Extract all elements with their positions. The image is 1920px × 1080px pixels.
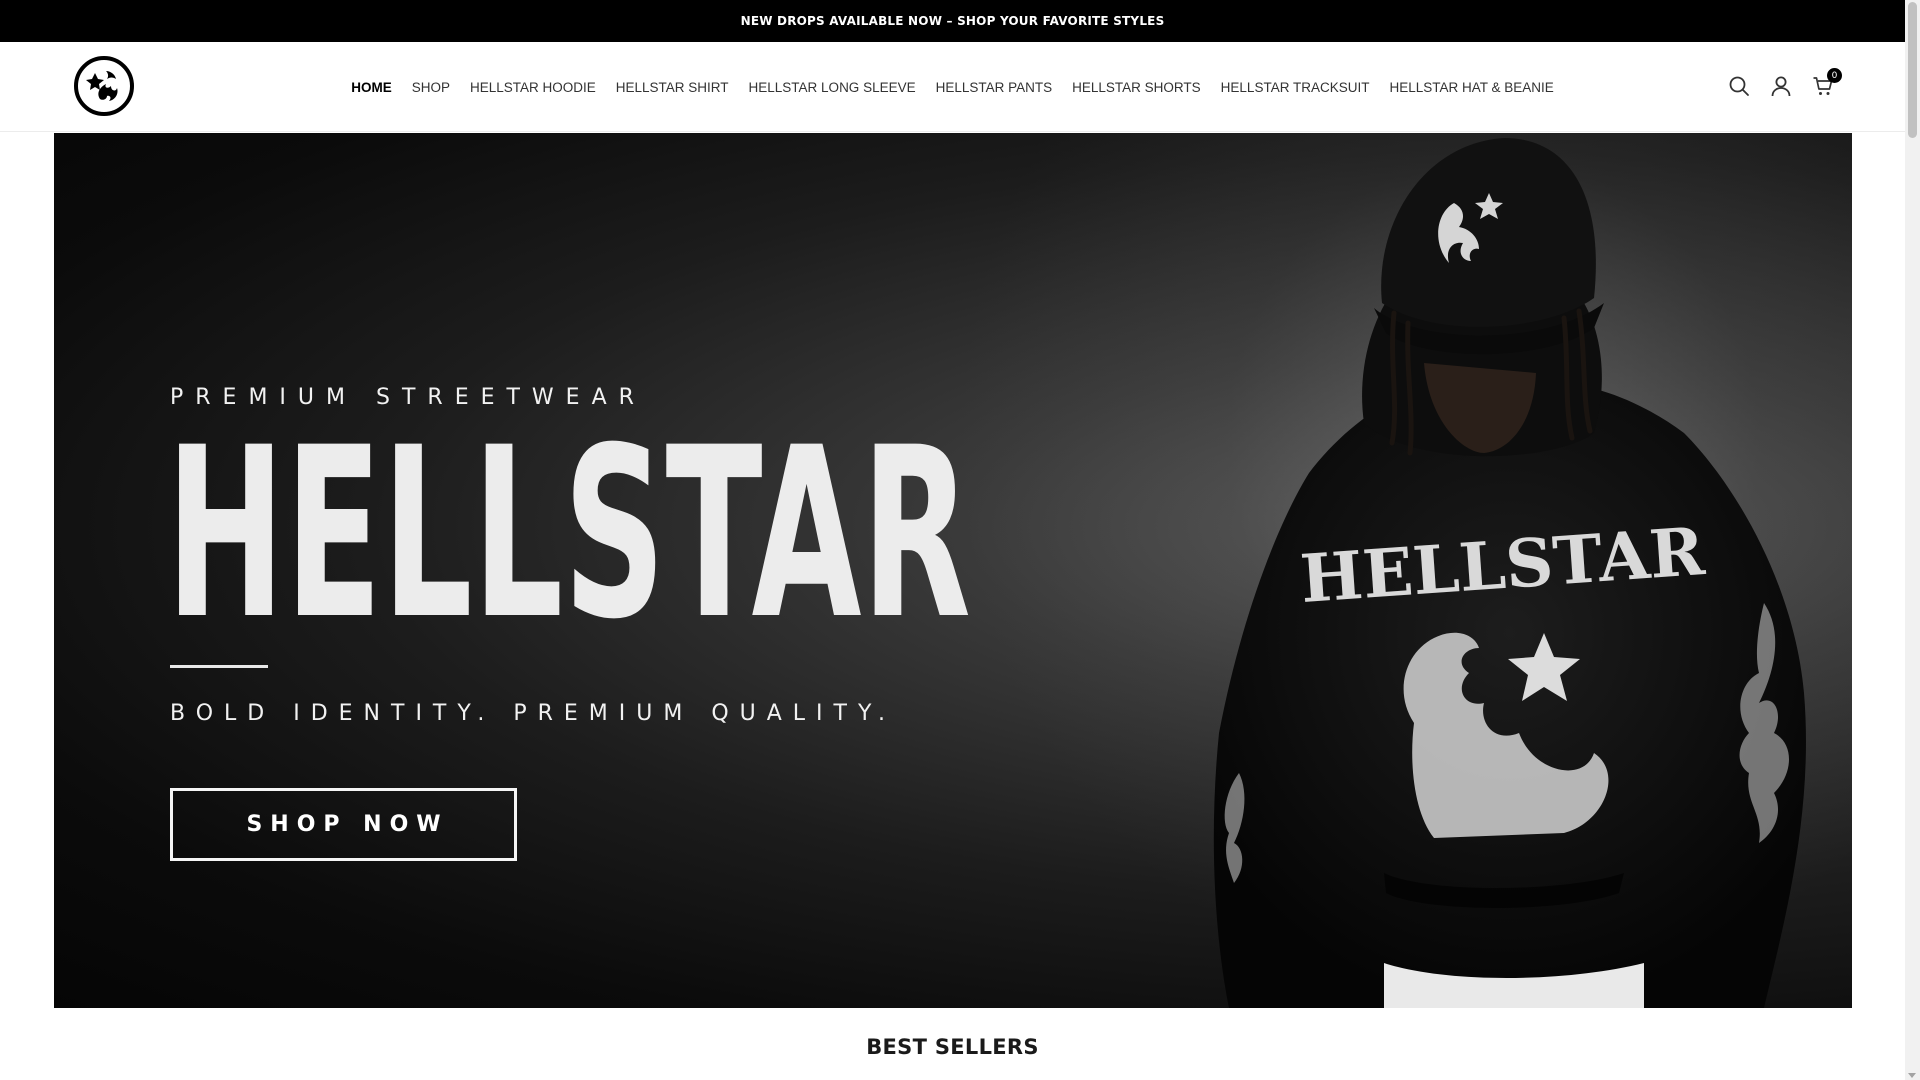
cart-icon[interactable]: 0 (1811, 68, 1842, 98)
search-icon[interactable] (1727, 74, 1751, 98)
nav-hellstar-long-sleeve[interactable]: HELLSTAR LONG SLEEVE (749, 80, 916, 95)
nav-hellstar-shirt[interactable]: HELLSTAR SHIRT (616, 80, 729, 95)
account-icon[interactable] (1769, 74, 1793, 98)
nav-hellstar-shorts[interactable]: HELLSTAR SHORTS (1072, 80, 1201, 95)
scroll-down-arrow-icon[interactable] (1908, 1073, 1916, 1078)
nav-shop[interactable]: SHOP (412, 80, 450, 95)
hero-model-image: HELLSTAR (1213, 138, 1806, 1008)
hero-divider (170, 665, 268, 668)
hero-tagline-top: PREMIUM STREETWEAR (170, 385, 646, 410)
hero-banner: HELLSTAR PREMIUM STREETWEAR HELLSTAR BOL… (54, 133, 1852, 1008)
nav-home[interactable]: HOME (351, 80, 392, 95)
announcement-text: NEW DROPS AVAILABLE NOW – SHOP YOUR FAVO… (740, 14, 1165, 28)
page-scrollbar[interactable] (1905, 0, 1920, 1080)
site-header: HOME SHOP HELLSTAR HOODIE HELLSTAR SHIRT… (0, 42, 1905, 132)
nav-hellstar-hoodie[interactable]: HELLSTAR HOODIE (470, 80, 596, 95)
scrollbar-thumb[interactable] (1908, 2, 1917, 138)
header-actions: 0 (1727, 68, 1842, 102)
nav-hellstar-hat-beanie[interactable]: HELLSTAR HAT & BEANIE (1389, 80, 1553, 95)
shop-now-button[interactable]: SHOP NOW (170, 788, 517, 861)
main-nav: HOME SHOP HELLSTAR HOODIE HELLSTAR SHIRT… (0, 42, 1905, 132)
nav-hellstar-tracksuit[interactable]: HELLSTAR TRACKSUIT (1221, 80, 1370, 95)
cart-count-badge: 0 (1827, 68, 1842, 83)
hero-tagline-bottom: BOLD IDENTITY. PREMIUM QUALITY. (170, 701, 896, 726)
nav-hellstar-pants[interactable]: HELLSTAR PANTS (936, 80, 1053, 95)
best-sellers-title: BEST SELLERS (866, 1035, 1039, 1059)
announcement-bar: NEW DROPS AVAILABLE NOW – SHOP YOUR FAVO… (0, 0, 1905, 42)
hero-title-text: HELLSTAR (166, 435, 971, 635)
hero-title: HELLSTAR (166, 435, 971, 635)
